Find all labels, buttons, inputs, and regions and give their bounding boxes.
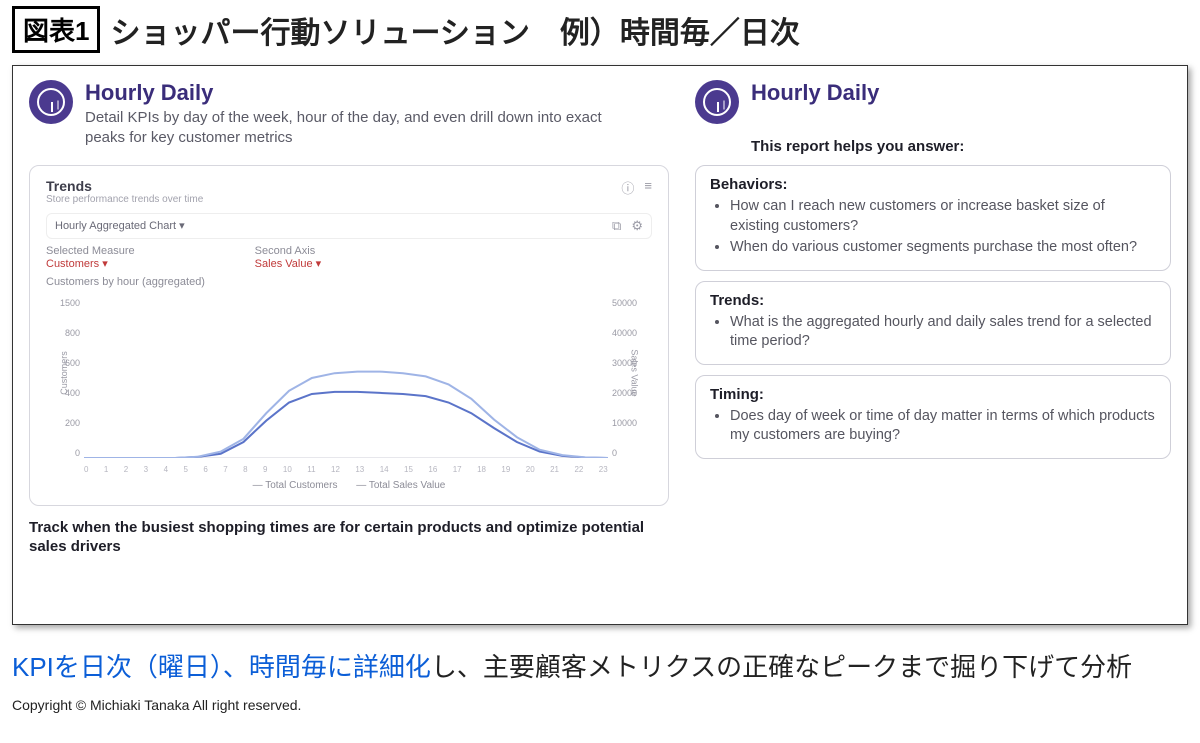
question-box-title: Behaviors: — [710, 176, 1156, 193]
question-box-title: Timing: — [710, 386, 1156, 403]
menu-icon[interactable]: ≡ — [644, 178, 652, 197]
legend-customers: — Total Customers — [253, 480, 338, 491]
bottom-caption-rest: し、主要顧客メトリクスの正確なピークまで掘り下げて分析 — [431, 652, 1132, 682]
question-item: When do various customer segments purcha… — [730, 238, 1156, 258]
card-title: Trends — [46, 178, 203, 194]
left-subheading: Detail KPIs by day of the week, hour of … — [85, 108, 645, 149]
right-subheading: This report helps you answer: — [751, 138, 1171, 155]
question-item: Does day of week or time of day matter i… — [730, 407, 1156, 446]
trends-card: Trends Store performance trends over tim… — [29, 165, 669, 506]
main-panel: Hourly Daily Detail KPIs by day of the w… — [12, 65, 1188, 625]
left-heading: Hourly Daily — [85, 80, 645, 106]
question-box-title: Trends: — [710, 292, 1156, 309]
measure-dropdown[interactable]: Customers ▾ — [46, 257, 135, 270]
axis2-label: Second Axis — [255, 245, 321, 257]
page-title: ショッパー行動ソリューション 例）時間毎／日次 — [110, 8, 799, 52]
question-box: Behaviors: How can I reach new customers … — [695, 165, 1171, 271]
group-label: Customers by hour (aggregated) — [46, 276, 652, 288]
figure-badge: 図表1 — [12, 6, 100, 53]
bottom-caption-highlight: KPIを日次（曜日）、時間毎に詳細化 — [12, 652, 431, 682]
measure-label: Selected Measure — [46, 245, 135, 257]
left-caption: Track when the busiest shopping times ar… — [29, 518, 669, 557]
copyright: Copyright © Michiaki Tanaka All right re… — [12, 697, 1188, 713]
clock-icon — [695, 80, 739, 124]
question-box: Trends: What is the aggregated hourly and… — [695, 281, 1171, 365]
legend-sales: — Total Sales Value — [356, 480, 445, 491]
question-box: Timing: Does day of week or time of day m… — [695, 375, 1171, 459]
clock-icon — [29, 80, 73, 124]
info-icon[interactable]: ⓘ — [621, 178, 634, 197]
card-subtitle: Store performance trends over time — [46, 194, 203, 205]
question-item: What is the aggregated hourly and daily … — [730, 313, 1156, 352]
hourly-chart: Customers Sales Value 15008006004002000 … — [46, 298, 652, 478]
axis2-dropdown[interactable]: Sales Value ▾ — [255, 257, 321, 270]
gear-icon[interactable]: ⚙ — [631, 218, 643, 234]
right-heading: Hourly Daily — [751, 80, 879, 106]
bottom-caption: KPIを日次（曜日）、時間毎に詳細化し、主要顧客メトリクスの正確なピークまで掘り… — [12, 649, 1188, 687]
chart-type-dropdown[interactable]: Hourly Aggregated Chart ▾ — [55, 219, 185, 232]
filter-icon[interactable]: ⧉ — [612, 218, 621, 234]
question-item: How can I reach new customers or increas… — [730, 197, 1156, 236]
